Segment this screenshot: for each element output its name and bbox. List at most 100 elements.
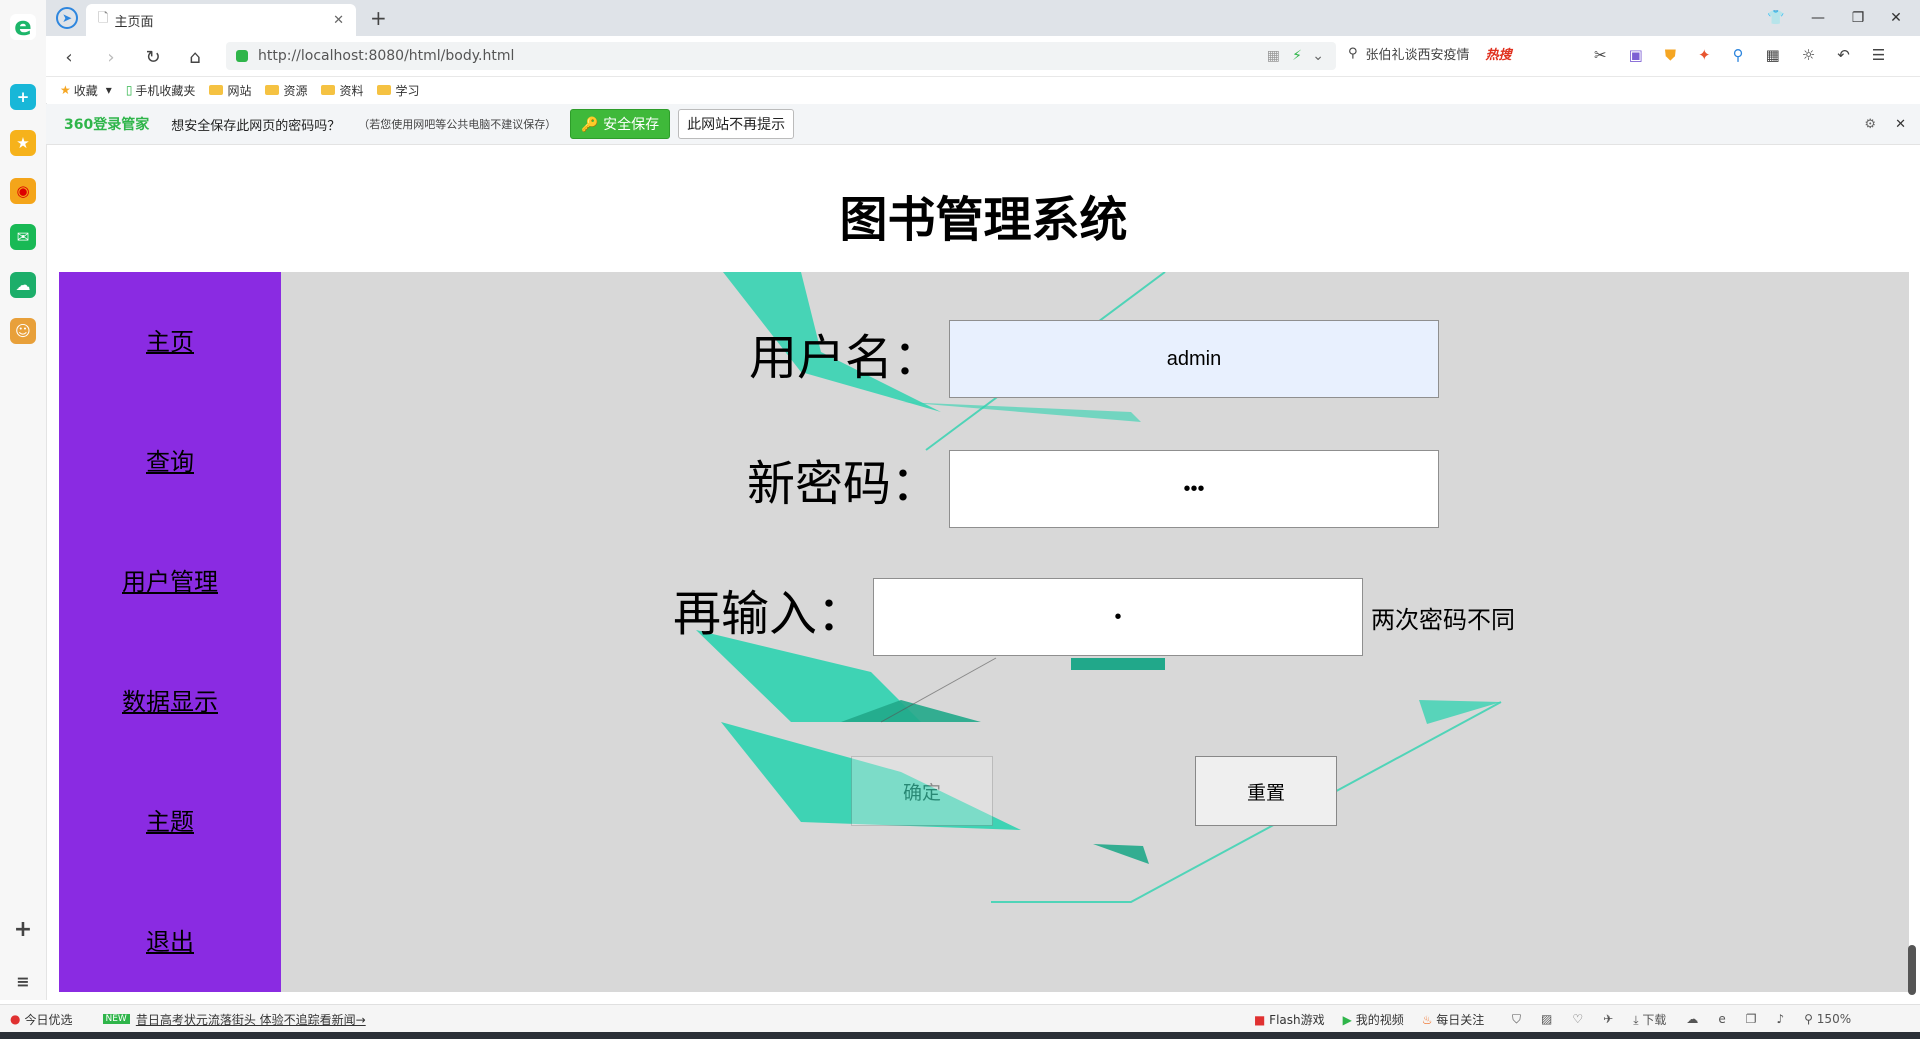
folder-icon xyxy=(265,85,280,95)
dropdown-icon: ▾ xyxy=(105,83,112,97)
bookmark-resources[interactable]: 资源 xyxy=(265,82,307,99)
star-icon: ★ xyxy=(60,83,71,97)
browser-logo-icon[interactable]: e xyxy=(10,12,36,42)
username-label: 用户名： xyxy=(749,330,942,386)
brand-360-label: 360登录管家 xyxy=(64,117,150,133)
ie-icon[interactable]: e xyxy=(1718,1012,1725,1026)
download-icon: ⤓ xyxy=(1633,1012,1639,1027)
search-box[interactable]: ⚲ 张伯礼谈西安疫情 热搜 xyxy=(1348,44,1512,63)
cloud-icon[interactable]: ☁ xyxy=(10,272,36,298)
close-tab-icon[interactable]: ✕ xyxy=(333,13,344,28)
minimize-icon[interactable]: — xyxy=(1806,6,1830,30)
shirt-icon[interactable]: 👕 xyxy=(1764,6,1788,30)
daily-follow-link[interactable]: ♨ 每日关注 xyxy=(1422,1011,1485,1028)
nav-query-link[interactable]: 查询 xyxy=(59,442,281,477)
confirm-password-input[interactable]: • xyxy=(873,578,1363,656)
rocket-icon[interactable]: ✈ xyxy=(1603,1012,1613,1026)
never-remind-button[interactable]: 此网站不再提示 xyxy=(678,109,795,139)
navigate-icon[interactable]: ➤ xyxy=(56,7,78,29)
video-icon: ▶ xyxy=(1342,1012,1352,1027)
flash-icon: ■ xyxy=(1254,1012,1266,1027)
bookmark-materials[interactable]: 资料 xyxy=(321,82,363,99)
key-icon: 🔑 xyxy=(581,117,599,133)
list-icon[interactable]: ≡ xyxy=(10,968,36,994)
cloud-status-icon[interactable]: ☁ xyxy=(1686,1012,1698,1026)
forward-icon[interactable]: › xyxy=(98,44,124,70)
chevron-down-icon[interactable]: ⌄ xyxy=(1312,48,1324,64)
star-app-icon[interactable]: ★ xyxy=(10,130,36,156)
download-link[interactable]: ⤓ 下载 xyxy=(1633,1011,1666,1028)
nav-home-link[interactable]: 主页 xyxy=(59,322,281,357)
status-bar: ● 今日优选 NEW 昔日高考状元流落街头 体验不追踪看新闻→ ■ Flash游… xyxy=(0,1004,1920,1033)
qr-icon[interactable]: ▦ xyxy=(1267,48,1280,64)
bookmark-mobile[interactable]: ▯ 手机收藏夹 xyxy=(126,82,196,99)
new-password-input[interactable]: ••• xyxy=(949,450,1439,528)
heart-icon[interactable]: ♡ xyxy=(1572,1012,1583,1026)
bolt-icon[interactable]: ⚡ xyxy=(1292,48,1302,64)
brightness-icon[interactable]: ☼ xyxy=(1802,46,1815,64)
fire-icon: ♨ xyxy=(1421,1012,1433,1027)
translate-icon[interactable]: ▣ xyxy=(1629,46,1643,64)
bookmark-favorites[interactable]: ★ 收藏 ▾ xyxy=(60,82,112,99)
url-bar[interactable]: http://localhost:8080/html/body.html ▦ ⚡… xyxy=(226,42,1336,70)
scissors-icon[interactable]: ✂ xyxy=(1594,46,1607,64)
apps-grid-icon[interactable]: ▦ xyxy=(1766,46,1780,64)
close-bar-icon[interactable]: ✕ xyxy=(1895,117,1906,132)
phone-icon: ▯ xyxy=(125,83,133,97)
new-tab-icon[interactable]: + xyxy=(370,6,387,30)
bookmark-websites[interactable]: 网站 xyxy=(209,82,251,99)
magnifier-icon[interactable]: ⚲ xyxy=(1733,46,1744,64)
refresh-icon[interactable]: ↻ xyxy=(140,44,166,70)
safe-save-button[interactable]: 🔑 安全保存 xyxy=(570,109,671,139)
close-window-icon[interactable]: ✕ xyxy=(1884,6,1908,30)
tab-home[interactable]: 🗋 主页面 ✕ xyxy=(86,4,356,36)
address-toolbar: ‹ › ↻ ⌂ http://localhost:8080/html/body.… xyxy=(46,36,1920,77)
tab-strip: ➤ 🗋 主页面 ✕ + 👕 — ❐ ✕ xyxy=(46,0,1920,36)
teal-badge xyxy=(1071,658,1165,670)
sound-icon[interactable]: ♪ xyxy=(1777,1012,1785,1026)
password-mismatch-message: 两次密码不同 xyxy=(1371,606,1515,634)
reset-button[interactable]: 重置 xyxy=(1195,756,1337,826)
hot-search-label[interactable]: 热搜 xyxy=(1486,44,1512,63)
taskbar-strip xyxy=(0,1032,1920,1039)
scrollbar-thumb[interactable] xyxy=(1908,945,1916,995)
my-videos-link[interactable]: ▶ 我的视频 xyxy=(1343,1011,1404,1028)
teal-shard xyxy=(1093,844,1149,864)
password-save-bar: 360登录管家 想安全保存此网页的密码吗？ （若您使用网吧等公共电脑不建议保存）… xyxy=(46,104,1920,145)
username-input[interactable] xyxy=(949,320,1439,398)
home-icon[interactable]: ⌂ xyxy=(182,44,208,70)
recommend-icon: ● xyxy=(10,1012,21,1026)
news-ticker[interactable]: 昔日高考状元流落街头 体验不追踪看新闻→ xyxy=(136,1011,366,1028)
nav-logout-link[interactable]: 退出 xyxy=(59,922,281,957)
mail-icon[interactable]: ✉ xyxy=(10,224,36,250)
today-picks-label[interactable]: 今日优选 xyxy=(24,1011,72,1028)
page-icon: 🗋 xyxy=(98,11,109,26)
flash-games-link[interactable]: ■ Flash游戏 xyxy=(1254,1011,1325,1028)
nav-theme-link[interactable]: 主题 xyxy=(59,802,281,837)
search-hint: 张伯礼谈西安疫情 xyxy=(1365,48,1470,63)
bookmark-study[interactable]: 学习 xyxy=(377,82,420,99)
add-icon[interactable]: + xyxy=(10,916,36,942)
menu-icon[interactable]: ☰ xyxy=(1872,46,1885,64)
window-icon[interactable]: ❐ xyxy=(1746,1012,1757,1026)
restore-icon[interactable]: ❐ xyxy=(1846,6,1870,30)
nav-data-display-link[interactable]: 数据显示 xyxy=(59,682,281,717)
plus-app-icon[interactable]: + xyxy=(10,84,36,110)
weibo-icon[interactable]: ◉ xyxy=(10,178,36,204)
new-badge: NEW xyxy=(102,1014,130,1024)
nav-user-management-link[interactable]: 用户管理 xyxy=(59,562,281,597)
image-icon[interactable]: ▨ xyxy=(1541,1012,1552,1026)
confirm-button[interactable]: 确定 xyxy=(851,756,993,826)
settings-gear-icon[interactable]: ⚙ xyxy=(1864,117,1876,132)
undo-icon[interactable]: ↶ xyxy=(1837,46,1850,64)
sidebar-nav: 主页 查询 用户管理 数据显示 主题 退出 xyxy=(59,272,281,992)
zoom-control[interactable]: ⚲ 150% xyxy=(1804,1012,1851,1026)
folder-icon xyxy=(321,85,336,95)
shield-status-icon[interactable]: ⛉ xyxy=(1512,1012,1521,1027)
back-icon[interactable]: ‹ xyxy=(56,44,82,70)
shield-icon[interactable]: ⛊ xyxy=(1665,46,1676,64)
game-avatar-icon[interactable]: ☺ xyxy=(10,318,36,344)
url-text: http://localhost:8080/html/body.html xyxy=(258,48,515,64)
folder-icon xyxy=(209,85,224,95)
gamepad-icon[interactable]: ✦ xyxy=(1698,46,1711,64)
